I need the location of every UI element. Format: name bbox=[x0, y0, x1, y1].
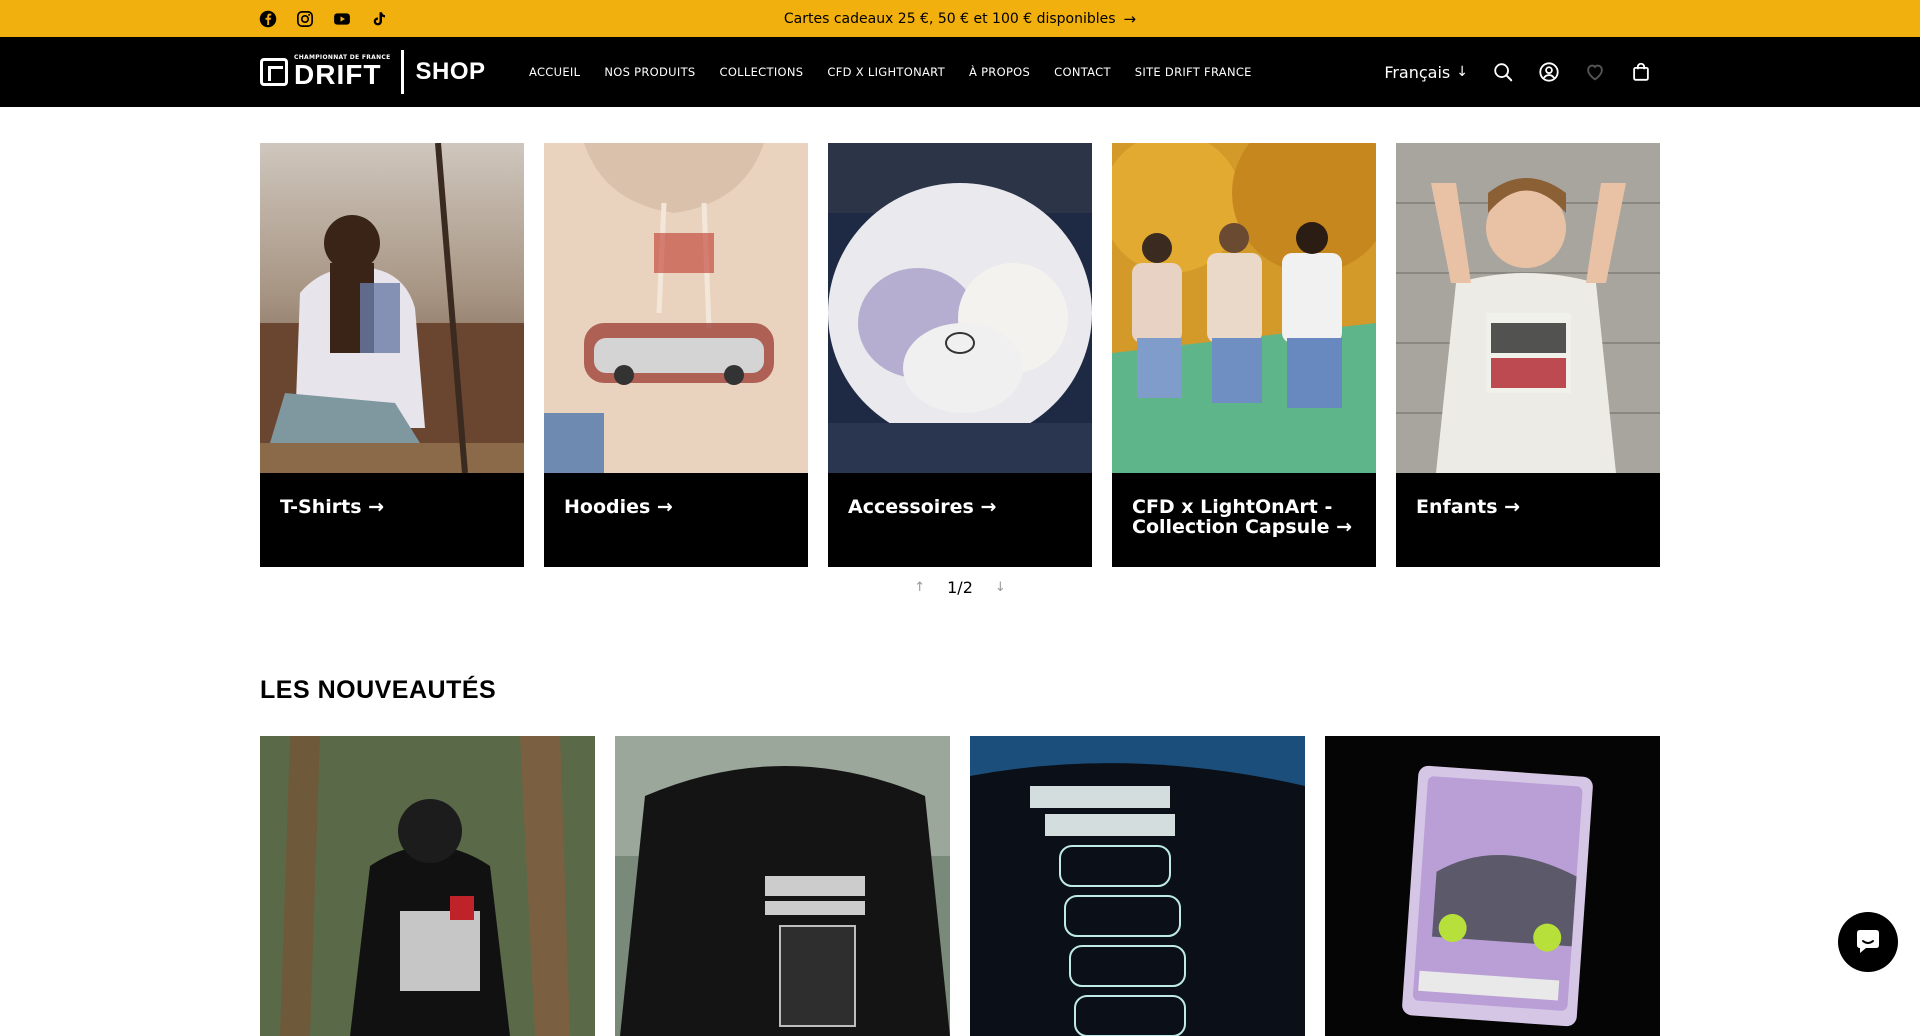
logo-title: DRIFT bbox=[294, 59, 382, 90]
product-image bbox=[1325, 736, 1660, 1036]
nav-item-accueil[interactable]: ACCUEIL bbox=[529, 65, 580, 79]
collection-label-accessoires: Accessoires → bbox=[848, 496, 997, 518]
collection-label-hoodies: Hoodies → bbox=[564, 496, 673, 518]
collection-label-tshirts: T-Shirts → bbox=[280, 496, 385, 518]
nav-item-site-drift-france[interactable]: SITE DRIFT FRANCE bbox=[1135, 65, 1252, 79]
cart-icon[interactable] bbox=[1630, 61, 1652, 83]
product-card[interactable] bbox=[970, 736, 1305, 1036]
arrow-right-icon: → bbox=[1123, 9, 1137, 28]
new-products-title: LES NOUVEAUTÉS bbox=[260, 676, 497, 704]
product-card[interactable] bbox=[1325, 736, 1660, 1036]
pager-count: 1/2 bbox=[947, 578, 973, 597]
product-image bbox=[615, 736, 950, 1036]
site-header: CHAMPIONNAT DE FRANCE DRIFT SHOP ACCUEIL… bbox=[0, 37, 1920, 107]
logo-shop-text: SHOP bbox=[415, 58, 486, 85]
announcement-bar: Cartes cadeaux 25 €, 50 € et 100 € dispo… bbox=[0, 0, 1920, 37]
new-products-grid bbox=[260, 736, 1660, 1036]
collection-image-cfd-lightonart bbox=[1112, 143, 1376, 473]
wishlist-icon[interactable] bbox=[1584, 61, 1606, 83]
main-navigation: ACCUEIL NOS PRODUITS COLLECTIONS CFD X L… bbox=[529, 37, 1252, 107]
language-label: Français bbox=[1384, 62, 1451, 82]
nav-item-collections[interactable]: COLLECTIONS bbox=[720, 65, 804, 79]
announcement-text: Cartes cadeaux 25 €, 50 € et 100 € dispo… bbox=[783, 10, 1116, 27]
gift-card-announcement-link[interactable]: Cartes cadeaux 25 €, 50 € et 100 € dispo… bbox=[0, 0, 1920, 37]
account-icon[interactable] bbox=[1538, 61, 1560, 83]
language-selector[interactable]: Français ↓ bbox=[1384, 63, 1468, 82]
collection-card-enfants[interactable]: Enfants → bbox=[1396, 143, 1660, 567]
collection-card-cfd-lightonart[interactable]: CFD x LightOnArt - Collection Capsule → bbox=[1112, 143, 1376, 567]
collection-card-hoodies[interactable]: Hoodies → bbox=[544, 143, 808, 567]
collection-label-enfants: Enfants → bbox=[1416, 496, 1521, 518]
arrow-up-icon[interactable]: ↑ bbox=[914, 580, 925, 595]
header-actions: Français ↓ bbox=[1384, 37, 1652, 107]
cfd-badge-icon bbox=[260, 58, 288, 86]
product-card[interactable] bbox=[260, 736, 595, 1036]
chat-icon bbox=[1857, 930, 1879, 953]
collection-image-enfants bbox=[1396, 143, 1660, 473]
product-card[interactable] bbox=[615, 736, 950, 1036]
collection-card-accessoires[interactable]: Accessoires → bbox=[828, 143, 1092, 567]
collection-image-hoodies bbox=[544, 143, 808, 473]
product-image bbox=[260, 736, 595, 1036]
site-logo[interactable]: CHAMPIONNAT DE FRANCE DRIFT SHOP bbox=[260, 49, 486, 95]
carousel-pager: ↑ 1/2 ↓ bbox=[900, 578, 1020, 597]
nav-item-contact[interactable]: CONTACT bbox=[1054, 65, 1111, 79]
collections-carousel: T-Shirts → Hoodies → Accessoires → CFD x… bbox=[260, 143, 1660, 567]
arrow-down-icon[interactable]: ↓ bbox=[995, 580, 1006, 595]
logo-mark: CHAMPIONNAT DE FRANCE DRIFT bbox=[260, 55, 391, 89]
logo-divider bbox=[400, 50, 404, 94]
nav-item-nos-produits[interactable]: NOS PRODUITS bbox=[604, 65, 695, 79]
chat-button[interactable] bbox=[1838, 912, 1898, 972]
nav-item-cfd-x-lightonart[interactable]: CFD X LIGHTONART bbox=[827, 65, 945, 79]
collection-image-accessoires bbox=[828, 143, 1092, 473]
nav-item-a-propos[interactable]: À PROPOS bbox=[969, 65, 1030, 79]
product-image bbox=[970, 736, 1305, 1036]
search-icon[interactable] bbox=[1492, 61, 1514, 83]
collection-card-tshirts[interactable]: T-Shirts → bbox=[260, 143, 524, 567]
collection-image-tshirts bbox=[260, 143, 524, 473]
chevron-down-icon: ↓ bbox=[1456, 64, 1468, 80]
collection-label-cfd-lightonart: CFD x LightOnArt - Collection Capsule → bbox=[1132, 496, 1353, 538]
